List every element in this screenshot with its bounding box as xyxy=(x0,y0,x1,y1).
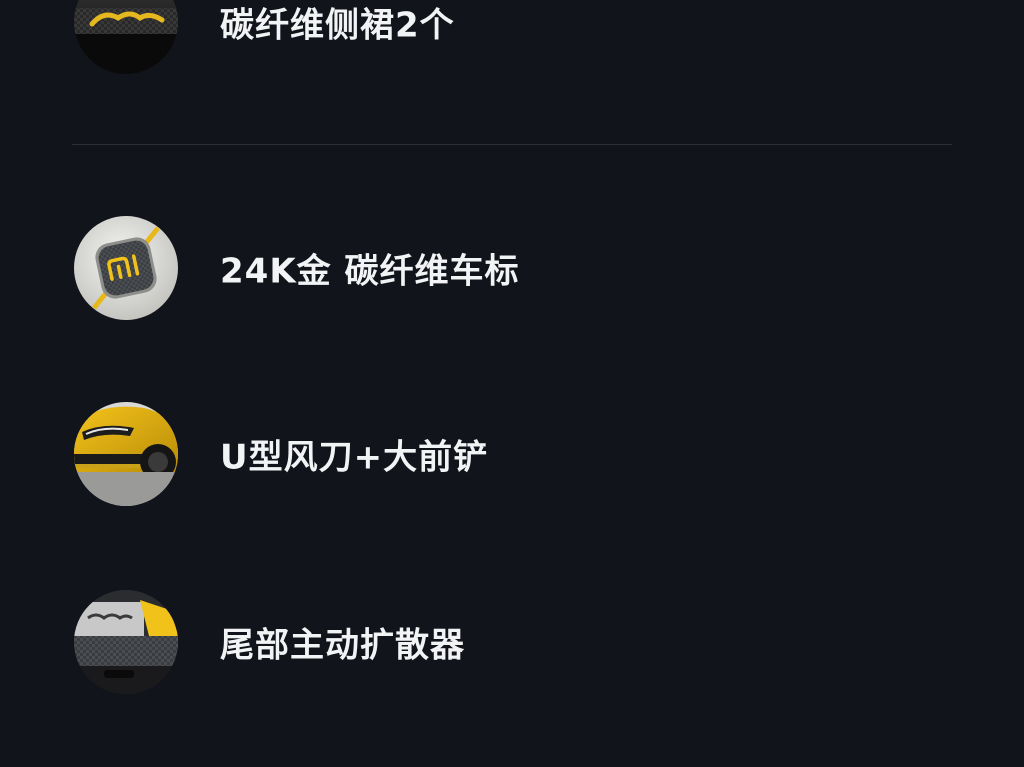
feature-list-page: 碳纤维侧裙2个 24K金 碳纤维车标 U型风刀+大前铲 尾部主动扩散器 xyxy=(0,0,1024,767)
feature-label: 24K金 碳纤维车标 xyxy=(220,251,520,292)
feature-item-side-skirt: 碳纤维侧裙2个 xyxy=(74,0,954,74)
feature-item-front-splitter: U型风刀+大前铲 xyxy=(74,402,954,506)
feature-item-rear-diffuser: 尾部主动扩散器 xyxy=(74,590,954,694)
front-splitter-icon xyxy=(74,402,178,506)
section-divider xyxy=(72,144,952,145)
feature-label: 尾部主动扩散器 xyxy=(220,625,465,666)
feature-label: U型风刀+大前铲 xyxy=(220,437,489,478)
feature-item-badge: 24K金 碳纤维车标 xyxy=(74,216,954,320)
carbon-side-skirt-icon xyxy=(74,0,178,74)
feature-label: 碳纤维侧裙2个 xyxy=(220,5,455,46)
rear-diffuser-icon xyxy=(74,590,178,694)
gold-carbon-badge-icon xyxy=(74,216,178,320)
